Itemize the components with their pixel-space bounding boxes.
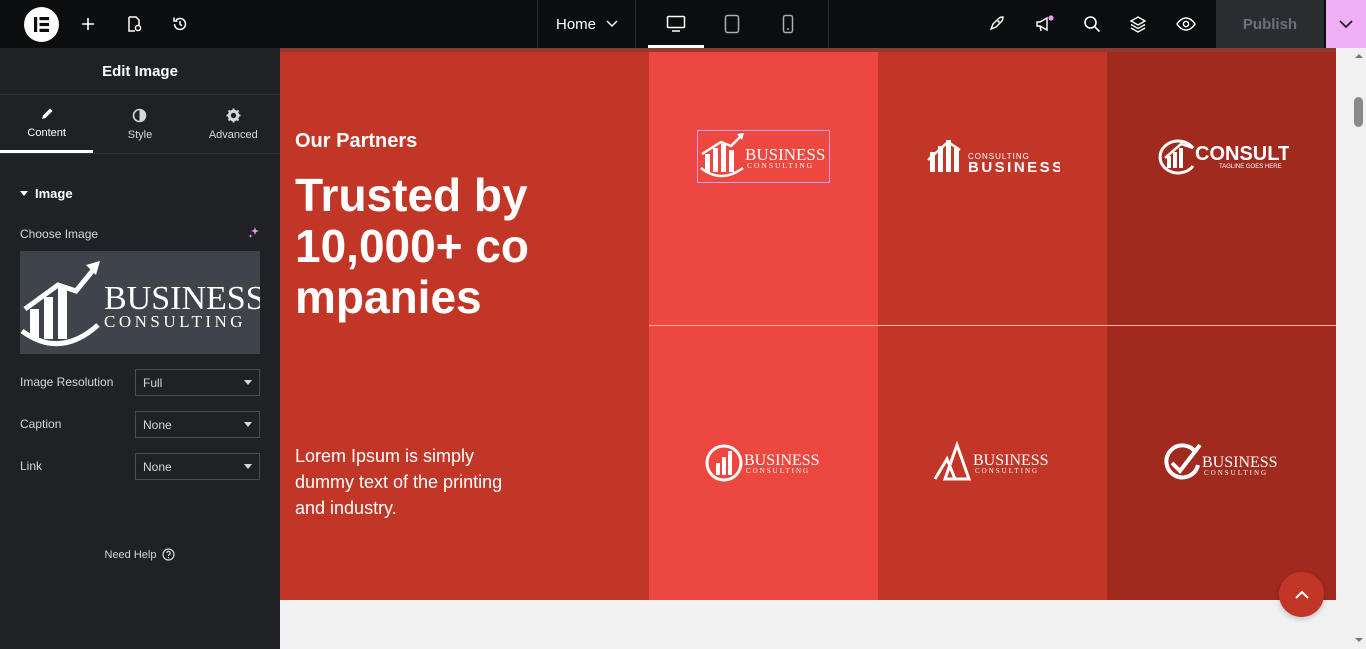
- desktop-icon[interactable]: [660, 0, 692, 48]
- partner-logo-5[interactable]: BUSINESS CONSULTING: [933, 441, 1053, 485]
- caret-down-icon: [20, 190, 28, 196]
- logo-cell[interactable]: CONSULT TAGLINE GOES HERE: [1107, 52, 1336, 325]
- link-value: None: [143, 459, 172, 474]
- logo-cell[interactable]: BUSINESS CONSULTING: [1107, 326, 1336, 600]
- caret-down-icon: [244, 464, 252, 469]
- logo-tag: CONSULTING: [975, 467, 1039, 475]
- elementor-logo-icon[interactable]: [24, 7, 59, 42]
- caption-label: Caption: [20, 417, 62, 431]
- history-icon[interactable]: [168, 0, 192, 48]
- caret-down-icon: [244, 380, 252, 385]
- publish-button[interactable]: Publish: [1216, 0, 1324, 48]
- partner-logo-2[interactable]: CONSULTING BUSINESS: [926, 134, 1060, 178]
- logo-name: BUSINESS: [968, 159, 1060, 176]
- ai-sparkle-icon[interactable]: [248, 226, 261, 239]
- chevron-down-icon: [606, 20, 618, 28]
- logo-cell[interactable]: CONSULTING BUSINESS: [878, 52, 1107, 325]
- panel-tabs: Content Style Advanced: [0, 95, 280, 154]
- section-toggle-image[interactable]: Image: [20, 186, 73, 201]
- gear-icon: [226, 108, 241, 122]
- publish-options-button[interactable]: [1326, 0, 1366, 48]
- section-title: Image: [35, 186, 73, 201]
- section-description[interactable]: Lorem Ipsum is simply dummy text of the …: [295, 443, 525, 521]
- logo-cell[interactable]: BUSINESS CONSULTING: [878, 326, 1107, 600]
- rocket-icon[interactable]: [984, 0, 1008, 48]
- section-heading[interactable]: Trusted by 10,000+ companies: [295, 170, 535, 323]
- scroll-down-arrow-icon[interactable]: [1355, 638, 1363, 643]
- pencil-icon: [41, 108, 53, 119]
- panel-title: Edit Image: [0, 48, 280, 95]
- logo-name: CONSULT: [1195, 143, 1289, 165]
- tab-content[interactable]: Content: [0, 95, 94, 153]
- megaphone-icon[interactable]: [1032, 0, 1056, 48]
- partners-section[interactable]: Our Partners Trusted by 10,000+ companie…: [280, 48, 1336, 600]
- half-circle-icon: [133, 108, 147, 122]
- logo-cell[interactable]: BUSINESS CONSULTING: [649, 326, 878, 600]
- mobile-icon[interactable]: [772, 0, 804, 48]
- help-circle-icon: [162, 548, 176, 561]
- search-icon[interactable]: [1080, 0, 1104, 48]
- page-selector[interactable]: Home: [538, 0, 636, 48]
- partner-logo-4[interactable]: BUSINESS CONSULTING: [704, 441, 824, 485]
- image-resolution-value: Full: [143, 375, 163, 390]
- top-bar: Home Publish: [0, 0, 1366, 48]
- logo-tag: CONSULTING: [1204, 469, 1268, 477]
- partner-logo-3[interactable]: CONSULT TAGLINE GOES HERE: [1155, 138, 1289, 178]
- link-label: Link: [20, 459, 43, 473]
- logo-tag: TAGLINE GOES HERE: [1219, 164, 1282, 170]
- logo-cell[interactable]: BUSINESS CONSULTING: [649, 52, 878, 325]
- image-resolution-label: Image Resolution: [20, 375, 114, 389]
- eye-icon[interactable]: [1173, 0, 1199, 48]
- preview-canvas: Our Partners Trusted by 10,000+ companie…: [280, 48, 1366, 649]
- page-settings-icon[interactable]: [122, 0, 146, 48]
- choose-image-label: Choose Image: [20, 227, 99, 241]
- section-eyebrow[interactable]: Our Partners: [295, 130, 417, 153]
- link-select[interactable]: None: [135, 453, 260, 480]
- image-resolution-select[interactable]: Full: [135, 369, 260, 396]
- scrollbar-thumb[interactable]: [1354, 97, 1363, 127]
- page-selector-label: Home: [555, 15, 596, 33]
- tab-style[interactable]: Style: [93, 95, 186, 153]
- scroll-to-top-button[interactable]: [1279, 572, 1324, 617]
- partner-logo-1[interactable]: BUSINESS CONSULTING: [697, 130, 830, 183]
- caption-value: None: [143, 417, 172, 432]
- tab-advanced-label: Advanced: [208, 128, 258, 141]
- plus-icon[interactable]: [76, 0, 100, 48]
- preview-tagline: CONSULTING: [104, 312, 246, 331]
- chart-logo-icon: [20, 261, 100, 346]
- need-help-label: Need Help: [104, 548, 157, 561]
- partner-logo-6[interactable]: BUSINESS CONSULTING: [1162, 441, 1282, 485]
- logo-tag: CONSULTING: [746, 467, 810, 475]
- tab-style-label: Style: [127, 128, 153, 141]
- image-preview[interactable]: BUSINESS CONSULTING: [20, 251, 260, 354]
- scroll-up-arrow-icon[interactable]: [1355, 53, 1363, 58]
- tab-content-label: Content: [27, 126, 66, 139]
- caret-down-icon: [244, 422, 252, 427]
- chevron-up-icon: [1294, 590, 1309, 599]
- canvas-scrollbar[interactable]: [1352, 48, 1366, 649]
- editor-panel: Edit Image Content Style Advanced Image …: [0, 48, 280, 649]
- caption-select[interactable]: None: [135, 411, 260, 438]
- tab-advanced[interactable]: Advanced: [187, 95, 280, 153]
- tablet-icon[interactable]: [716, 0, 748, 48]
- need-help-link[interactable]: Need Help: [0, 548, 280, 561]
- chevron-down-icon: [1339, 19, 1353, 29]
- layers-icon[interactable]: [1126, 0, 1150, 48]
